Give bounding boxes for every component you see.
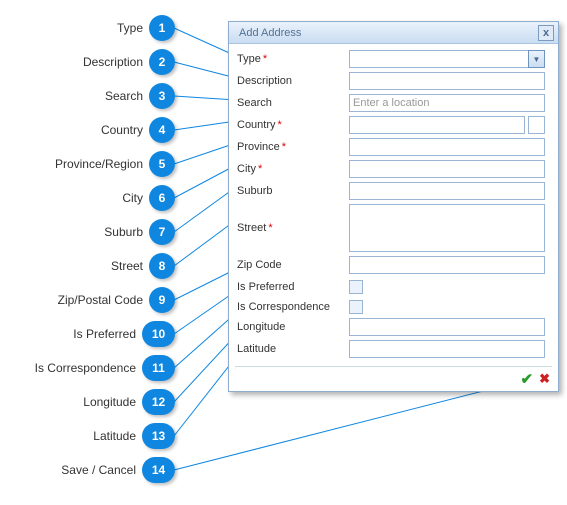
cancel-button[interactable]: ✖ (539, 371, 550, 387)
legend-label: Suburb (104, 225, 143, 239)
legend-badge: 9 (149, 287, 175, 313)
zip-label: Zip Code (237, 259, 282, 271)
suburb-input[interactable] (349, 182, 545, 200)
legend-label: Street (111, 259, 143, 273)
dialog-header[interactable]: Add Address x (229, 22, 558, 44)
chevron-down-icon: ▼ (528, 50, 545, 68)
legend-badge: 3 (149, 83, 175, 109)
legend-item: Is Preferred 10 (0, 321, 175, 347)
search-input[interactable] (349, 94, 545, 112)
is-preferred-checkbox[interactable] (349, 280, 363, 294)
legend-item: Province/Region 5 (0, 151, 175, 177)
legend-label: Save / Cancel (61, 463, 136, 477)
suburb-label: Suburb (237, 185, 272, 197)
legend-badge: 2 (149, 49, 175, 75)
legend-badge: 8 (149, 253, 175, 279)
latitude-label: Latitude (237, 343, 276, 355)
legend-label: Search (105, 89, 143, 103)
legend-badge: 5 (149, 151, 175, 177)
legend-item: Description 2 (0, 49, 175, 75)
dialog-footer: ✔ ✖ (229, 367, 558, 391)
dialog-body: Type* ▼ Description Search Country* (229, 44, 558, 366)
legend-badge: 4 (149, 117, 175, 143)
city-input[interactable] (349, 160, 545, 178)
street-label: Street (237, 222, 266, 234)
city-label: City (237, 163, 256, 175)
legend-label: Is Correspondence (35, 361, 136, 375)
close-icon: ✖ (539, 371, 550, 386)
country-picker-button[interactable] (528, 116, 545, 134)
latitude-input[interactable] (349, 340, 545, 358)
description-label: Description (237, 75, 292, 87)
legend-label: Province/Region (55, 157, 143, 171)
legend-badge: 6 (149, 185, 175, 211)
street-textarea[interactable] (349, 204, 545, 252)
province-label: Province (237, 141, 280, 153)
province-input[interactable] (349, 138, 545, 156)
dialog-title: Add Address (239, 27, 301, 39)
legend-item: Street 8 (0, 253, 175, 279)
required-marker: * (268, 222, 272, 234)
legend-badge: 7 (149, 219, 175, 245)
legend-item: Country 4 (0, 117, 175, 143)
country-label: Country (237, 119, 276, 131)
close-icon: x (543, 27, 549, 39)
legend-label: Description (83, 55, 143, 69)
longitude-input[interactable] (349, 318, 545, 336)
legend-item: Longitude 12 (0, 389, 175, 415)
legend-label: Country (101, 123, 143, 137)
legend-label: Longitude (83, 395, 136, 409)
legend-badge: 13 (142, 423, 175, 449)
required-marker: * (278, 119, 282, 131)
is-correspondence-label: Is Correspondence (237, 301, 330, 313)
is-correspondence-checkbox[interactable] (349, 300, 363, 314)
legend-label: Is Preferred (73, 327, 136, 341)
check-icon: ✔ (521, 371, 534, 388)
legend-label: Zip/Postal Code (58, 293, 143, 307)
country-input[interactable] (349, 116, 525, 134)
save-button[interactable]: ✔ (521, 370, 534, 388)
close-button[interactable]: x (538, 25, 554, 41)
legend-label: City (122, 191, 143, 205)
longitude-label: Longitude (237, 321, 285, 333)
legend-badge: 14 (142, 457, 175, 483)
legend-label: Type (117, 21, 143, 35)
legend-label: Latitude (93, 429, 136, 443)
type-dropdown[interactable]: ▼ (349, 50, 545, 68)
type-label: Type (237, 53, 261, 65)
legend-item: Search 3 (0, 83, 175, 109)
legend-badge: 10 (142, 321, 175, 347)
legend-item: Type 1 (0, 15, 175, 41)
legend-badge: 11 (142, 355, 175, 381)
is-preferred-label: Is Preferred (237, 281, 294, 293)
legend-item: Is Correspondence 11 (0, 355, 175, 381)
description-input[interactable] (349, 72, 545, 90)
zip-input[interactable] (349, 256, 545, 274)
add-address-dialog: Add Address x Type* ▼ Description Search… (228, 21, 559, 392)
legend-item: City 6 (0, 185, 175, 211)
legend-item: Suburb 7 (0, 219, 175, 245)
legend-badge: 1 (149, 15, 175, 41)
required-marker: * (282, 141, 286, 153)
legend-item: Save / Cancel 14 (0, 457, 175, 483)
required-marker: * (258, 163, 262, 175)
legend-item: Zip/Postal Code 9 (0, 287, 175, 313)
legend-item: Latitude 13 (0, 423, 175, 449)
required-marker: * (263, 53, 267, 65)
search-label: Search (237, 97, 272, 109)
legend-badge: 12 (142, 389, 175, 415)
